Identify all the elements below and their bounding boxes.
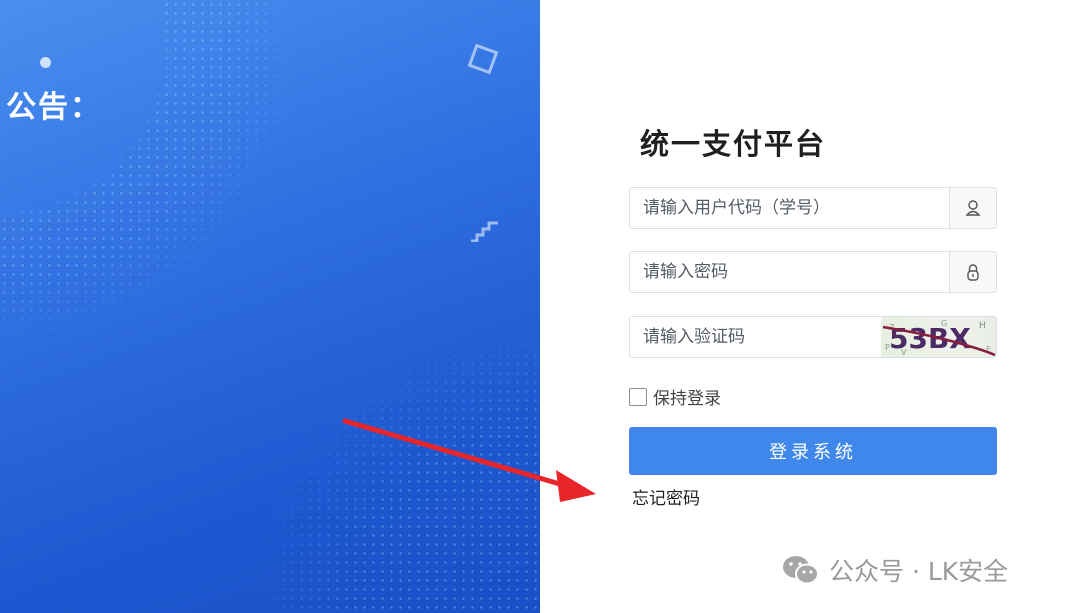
red-arrow-annotation (342, 418, 596, 502)
watermark-text: 公众号 · LK安全 (829, 557, 1009, 586)
wechat-icon (783, 556, 819, 585)
watermark: 公众号 · LK安全 (781, 552, 1008, 588)
